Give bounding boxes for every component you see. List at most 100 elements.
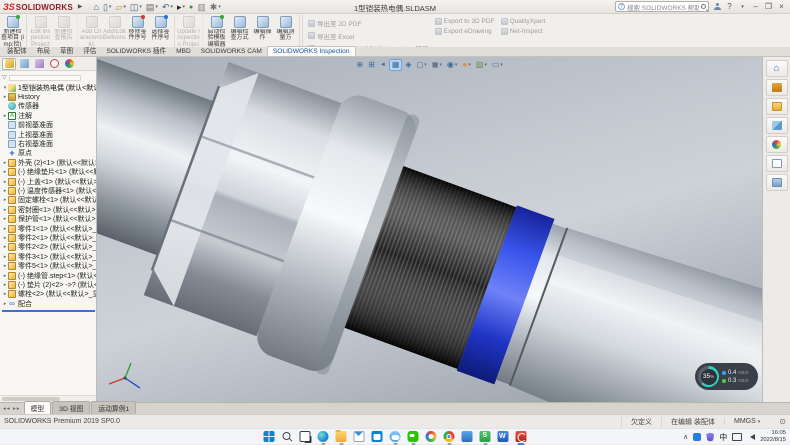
restore-button[interactable]: ❐ bbox=[764, 1, 773, 13]
taskbar-app-icon[interactable] bbox=[300, 431, 311, 442]
tree-item[interactable]: ▸ 外壳 (2)<1> (默认<<默认>_显示状 bbox=[2, 158, 96, 167]
ribbon-tab[interactable]: 布局 bbox=[32, 44, 55, 56]
tray-app-icon[interactable] bbox=[693, 433, 701, 441]
tree-item[interactable]: ▸ 密封圈<1> (默认<<默认>_显示状 bbox=[2, 205, 96, 214]
export-menu-item[interactable]: 导出至 Excel bbox=[308, 31, 429, 41]
quick-access-button[interactable] bbox=[93, 1, 100, 13]
manager-tab[interactable] bbox=[2, 58, 16, 70]
quick-access-button[interactable] bbox=[114, 1, 126, 13]
tree-item[interactable]: ▸ 注解 bbox=[2, 111, 96, 120]
export-menu-item[interactable]: Export to 3D PDF bbox=[435, 18, 495, 25]
quick-access-button[interactable] bbox=[188, 1, 194, 13]
tree-item[interactable]: ▸ 固定螺栓<1> (默认<<默认>_显示状 bbox=[2, 196, 96, 205]
taskbar-app-icon[interactable] bbox=[318, 431, 329, 442]
tree-item[interactable]: ▸ 零件2<2> (默认<<默认>_显示状态 bbox=[2, 243, 96, 252]
minimize-button[interactable]: – bbox=[751, 1, 760, 13]
manager-tab[interactable] bbox=[47, 58, 61, 70]
quick-access-button[interactable] bbox=[196, 1, 207, 13]
filter-funnel-icon[interactable]: ▽ bbox=[2, 74, 7, 81]
quick-access-button[interactable] bbox=[209, 1, 222, 13]
taskbar-app-icon[interactable] bbox=[480, 431, 491, 442]
ribbon-button[interactable]: 编辑测量方 bbox=[274, 15, 300, 47]
taskbar-app-icon[interactable] bbox=[444, 431, 455, 442]
ribbon-button[interactable]: 编辑操作 bbox=[251, 15, 274, 47]
task-pane-tab[interactable] bbox=[766, 79, 788, 96]
view-tool-icon[interactable] bbox=[490, 59, 504, 71]
help-search-box[interactable]: ? 搜索 SOLIDWORKS 帮助 bbox=[615, 1, 709, 12]
tree-item[interactable]: ▸ 右视基准面 bbox=[2, 139, 96, 148]
tray-shield-icon[interactable] bbox=[706, 433, 714, 442]
ribbon-button[interactable]: 编辑检查方式 bbox=[228, 15, 251, 47]
document-tab[interactable]: 运动算例1 bbox=[91, 401, 136, 414]
ribbon-tab[interactable]: 草图 bbox=[55, 44, 78, 56]
task-pane-tab[interactable] bbox=[766, 60, 788, 77]
quick-access-button[interactable] bbox=[129, 1, 143, 13]
help-caret-icon[interactable]: ▾ bbox=[738, 1, 747, 13]
ribbon-button[interactable]: Add/Edit Balloons bbox=[103, 15, 126, 47]
taskbar-app-icon[interactable] bbox=[426, 431, 437, 442]
task-pane-tab[interactable] bbox=[766, 98, 788, 115]
manager-tab[interactable] bbox=[17, 58, 31, 70]
manager-tab[interactable] bbox=[62, 58, 76, 70]
tray-expand-icon[interactable]: ∧ bbox=[683, 433, 688, 441]
task-pane-tab[interactable] bbox=[766, 136, 788, 153]
search-magnifier-icon[interactable] bbox=[701, 4, 706, 9]
view-tool-icon[interactable] bbox=[430, 59, 443, 71]
3d-viewport[interactable]: 35% 0.4KB/S 0.3KB/S bbox=[97, 57, 762, 402]
quick-access-button[interactable] bbox=[102, 1, 112, 13]
task-pane-tab[interactable] bbox=[766, 174, 788, 191]
ribbon-tab[interactable]: 装配体 bbox=[2, 44, 32, 56]
ribbon-tab[interactable]: MBD bbox=[171, 47, 196, 56]
view-tool-icon[interactable] bbox=[355, 59, 365, 71]
quick-access-button[interactable] bbox=[176, 1, 186, 13]
tree-item[interactable]: ▸ History bbox=[2, 92, 96, 101]
tree-item[interactable]: ▸ 传感器 bbox=[2, 102, 96, 111]
tree-item[interactable]: ▸ 零件1<1> (默认<<默认>_显示状态 bbox=[2, 224, 96, 233]
quick-access-button[interactable] bbox=[145, 1, 159, 13]
login-user-icon[interactable] bbox=[713, 3, 721, 11]
panel-splitter[interactable] bbox=[2, 310, 95, 312]
tree-item[interactable]: ▸ 保护管<1> (默认<<默认>_显示状 bbox=[2, 214, 96, 223]
tree-item[interactable]: ▸ 零件3<1> (默认<<默认>_显示状态 bbox=[2, 252, 96, 261]
export-menu-item[interactable]: Net-Inspect bbox=[501, 28, 546, 35]
taskbar-app-icon[interactable] bbox=[372, 431, 383, 442]
taskbar-app-icon[interactable] bbox=[264, 431, 275, 442]
help-button[interactable]: ? bbox=[725, 1, 734, 13]
taskbar-app-icon[interactable] bbox=[516, 431, 527, 442]
ribbon-tab[interactable]: SOLIDWORKS 插件 bbox=[101, 44, 171, 56]
ribbon-button[interactable]: 新建检查报告 bbox=[52, 15, 78, 47]
tree-item[interactable]: ▸ 前视基准面 bbox=[2, 121, 96, 130]
taskbar-app-icon[interactable] bbox=[390, 431, 401, 442]
view-tool-icon[interactable] bbox=[474, 59, 488, 71]
ribbon-button[interactable]: Edit Inspection Project bbox=[29, 15, 52, 47]
tree-item[interactable]: ▸ 螺栓<2> (默认<<默认>_显示状态 bbox=[2, 290, 96, 299]
task-pane-tab[interactable] bbox=[766, 117, 788, 134]
tree-item[interactable]: ▸ 上视基准面 bbox=[2, 130, 96, 139]
view-tool-icon[interactable] bbox=[461, 59, 472, 71]
taskbar-app-icon[interactable] bbox=[282, 431, 293, 442]
view-tool-icon[interactable] bbox=[445, 59, 459, 71]
export-menu-item[interactable]: Export eDrawing bbox=[435, 28, 495, 35]
view-tool-icon[interactable] bbox=[378, 59, 387, 71]
ribbon-button[interactable]: 新建检查项目 (imp;检) bbox=[1, 15, 27, 47]
tree-item[interactable]: ▸ (-) 温度传感器<1> (默认<<默认>_ bbox=[2, 186, 96, 195]
taskbar-app-icon[interactable] bbox=[354, 431, 365, 442]
ribbon-tab[interactable]: 评估 bbox=[78, 44, 101, 56]
tree-item[interactable]: ▸ (-) 上盖<1> (默认<<默认>_显示状 bbox=[2, 177, 96, 186]
tree-item[interactable]: ▸ 配合 bbox=[2, 299, 96, 308]
taskbar-app-icon[interactable] bbox=[462, 431, 473, 442]
ribbon-button[interactable]: 启动检验模板编辑器 bbox=[205, 15, 228, 47]
taskbar-app-icon[interactable] bbox=[498, 431, 509, 442]
volume-icon[interactable] bbox=[747, 434, 755, 440]
quick-access-button[interactable] bbox=[161, 1, 174, 13]
document-tab[interactable]: 模型 bbox=[24, 401, 52, 414]
tree-item[interactable]: ▸ (-) 绝缘垫片<1> (默认<<默认>_显示 bbox=[2, 168, 96, 177]
tree-item[interactable]: ▸ 零件2<1> (默认<<默认>_显示状态 bbox=[2, 233, 96, 242]
taskbar-app-icon[interactable] bbox=[408, 431, 419, 442]
export-menu-item[interactable]: 导出至 2D PDF bbox=[308, 18, 429, 28]
taskbar-app-icon[interactable] bbox=[336, 431, 347, 442]
tree-item[interactable]: ▸ 零件5<1> (默认<<默认>_显示状态 bbox=[2, 261, 96, 270]
ribbon-button[interactable]: Update Inspection Project bbox=[177, 15, 203, 47]
network-monitor-icon[interactable] bbox=[732, 433, 742, 441]
tree-item[interactable]: ▸ (-) 垫片 (2)<2> ->? (默认<<默认> bbox=[2, 280, 96, 289]
